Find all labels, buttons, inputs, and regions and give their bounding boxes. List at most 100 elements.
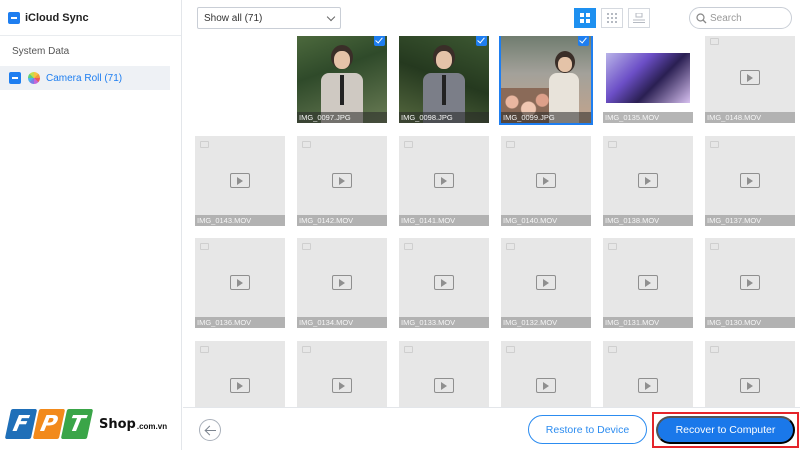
sidebar-section-system-data[interactable]: System Data — [0, 36, 181, 66]
video-camera-icon — [506, 346, 515, 353]
tile-filename: IMG_0132.MOV — [501, 317, 591, 328]
video-camera-icon — [404, 141, 413, 148]
play-icon — [536, 173, 556, 188]
search-icon — [696, 12, 707, 23]
video-tile[interactable] — [603, 341, 693, 407]
recover-highlight-box: Recover to Computer — [652, 412, 799, 448]
back-arrow-icon[interactable] — [199, 419, 221, 441]
play-icon — [740, 70, 760, 85]
camera-roll-checkbox[interactable] — [9, 72, 21, 84]
recover-to-computer-button[interactable]: Recover to Computer — [656, 416, 795, 444]
video-tile[interactable] — [195, 341, 285, 407]
play-icon — [434, 173, 454, 188]
video-thumbnail — [606, 53, 690, 103]
video-camera-icon — [200, 346, 209, 353]
video-tile[interactable]: IMG_0136.MOV — [195, 238, 285, 328]
play-icon — [638, 173, 658, 188]
play-icon — [740, 275, 760, 290]
play-icon — [740, 378, 760, 393]
brand-letter: P — [32, 409, 66, 439]
selection-checkbox[interactable] — [374, 36, 385, 46]
select-all-checkbox[interactable] — [8, 11, 20, 24]
video-camera-icon — [608, 346, 617, 353]
video-tile[interactable]: IMG_0131.MOV — [603, 238, 693, 328]
video-tile[interactable] — [501, 341, 591, 407]
tile-filename: IMG_0135.MOV — [603, 112, 693, 123]
photo-subject — [436, 51, 452, 69]
video-tile[interactable]: IMG_0132.MOV — [501, 238, 591, 328]
photo-tile[interactable]: IMG_0099.JPG — [499, 36, 593, 125]
video-tile[interactable] — [297, 341, 387, 407]
tile-filename: IMG_0136.MOV — [195, 317, 285, 328]
sidebar-item-label: Camera Roll (71) — [46, 72, 123, 84]
selection-checkbox[interactable] — [578, 36, 589, 46]
tile-filename: IMG_0099.JPG — [501, 112, 591, 123]
video-camera-icon — [302, 243, 311, 250]
play-icon — [332, 173, 352, 188]
tile-filename: IMG_0140.MOV — [501, 215, 591, 226]
grid-large-view-button[interactable] — [574, 8, 596, 28]
tile-filename: IMG_0097.JPG — [297, 112, 387, 123]
video-tile[interactable]: IMG_0135.MOV — [603, 36, 693, 123]
video-camera-icon — [608, 141, 617, 148]
empty-tile — [195, 36, 285, 123]
video-tile[interactable]: IMG_0137.MOV — [705, 136, 795, 226]
video-camera-icon — [710, 243, 719, 250]
photo-tile[interactable]: IMG_0097.JPG — [297, 36, 387, 123]
video-camera-icon — [404, 346, 413, 353]
play-icon — [434, 378, 454, 393]
sidebar: iCloud Sync System Data Camera Roll (71)… — [0, 0, 182, 450]
tile-filename: IMG_0133.MOV — [399, 317, 489, 328]
play-icon — [332, 378, 352, 393]
restore-to-device-button[interactable]: Restore to Device — [528, 415, 647, 444]
sidebar-header: iCloud Sync — [0, 0, 181, 36]
grid-large-view-icon — [580, 13, 590, 23]
video-tile[interactable]: IMG_0138.MOV — [603, 136, 693, 226]
video-tile[interactable] — [399, 341, 489, 407]
photo-tile[interactable]: IMG_0098.JPG — [399, 36, 489, 123]
video-camera-icon — [404, 243, 413, 250]
video-camera-icon — [608, 243, 617, 250]
video-tile[interactable]: IMG_0140.MOV — [501, 136, 591, 226]
video-tile[interactable]: IMG_0143.MOV — [195, 136, 285, 226]
video-tile[interactable]: IMG_0130.MOV — [705, 238, 795, 328]
video-camera-icon — [302, 346, 311, 353]
video-tile[interactable]: IMG_0141.MOV — [399, 136, 489, 226]
photo-subject — [558, 57, 572, 72]
tile-filename: IMG_0148.MOV — [705, 112, 795, 123]
tile-filename: IMG_0142.MOV — [297, 215, 387, 226]
brand-logo: F P T Shop .com.vn — [4, 406, 168, 442]
brand-shop-text: Shop — [99, 416, 136, 432]
video-tile[interactable]: IMG_0134.MOV — [297, 238, 387, 328]
search-box[interactable] — [689, 7, 792, 29]
grid-small-view-icon — [607, 13, 617, 23]
media-grid: IMG_0097.JPG IMG_0098.JPG IMG_0099.JPG IMG_… — [183, 36, 800, 407]
search-input[interactable] — [710, 12, 782, 24]
tile-filename: IMG_0138.MOV — [603, 215, 693, 226]
filter-dropdown-value: Show all (71) — [204, 12, 263, 24]
brand-domain-text: .com.vn — [136, 421, 168, 431]
toolbar: Show all (71) — [183, 0, 800, 36]
video-camera-icon — [506, 141, 515, 148]
video-tile[interactable]: IMG_0148.MOV — [705, 36, 795, 123]
sidebar-item-camera-roll[interactable]: Camera Roll (71) — [0, 66, 170, 90]
video-tile[interactable]: IMG_0133.MOV — [399, 238, 489, 328]
filter-dropdown[interactable]: Show all (71) — [197, 7, 341, 29]
list-view-button[interactable] — [628, 8, 650, 28]
video-camera-icon — [710, 141, 719, 148]
selection-checkbox[interactable] — [476, 36, 487, 46]
video-tile[interactable] — [705, 341, 795, 407]
photo-thumbnail — [501, 36, 591, 123]
photo-tie — [340, 75, 344, 105]
play-icon — [230, 378, 250, 393]
chevron-down-icon — [326, 12, 336, 22]
play-icon — [230, 173, 250, 188]
play-icon — [332, 275, 352, 290]
video-camera-icon — [302, 141, 311, 148]
app-window: iCloud Sync System Data Camera Roll (71)… — [0, 0, 800, 450]
video-tile[interactable]: IMG_0142.MOV — [297, 136, 387, 226]
brand-letter: F — [4, 409, 38, 439]
photos-app-icon — [28, 72, 40, 84]
photo-tie — [442, 75, 446, 105]
grid-small-view-button[interactable] — [601, 8, 623, 28]
